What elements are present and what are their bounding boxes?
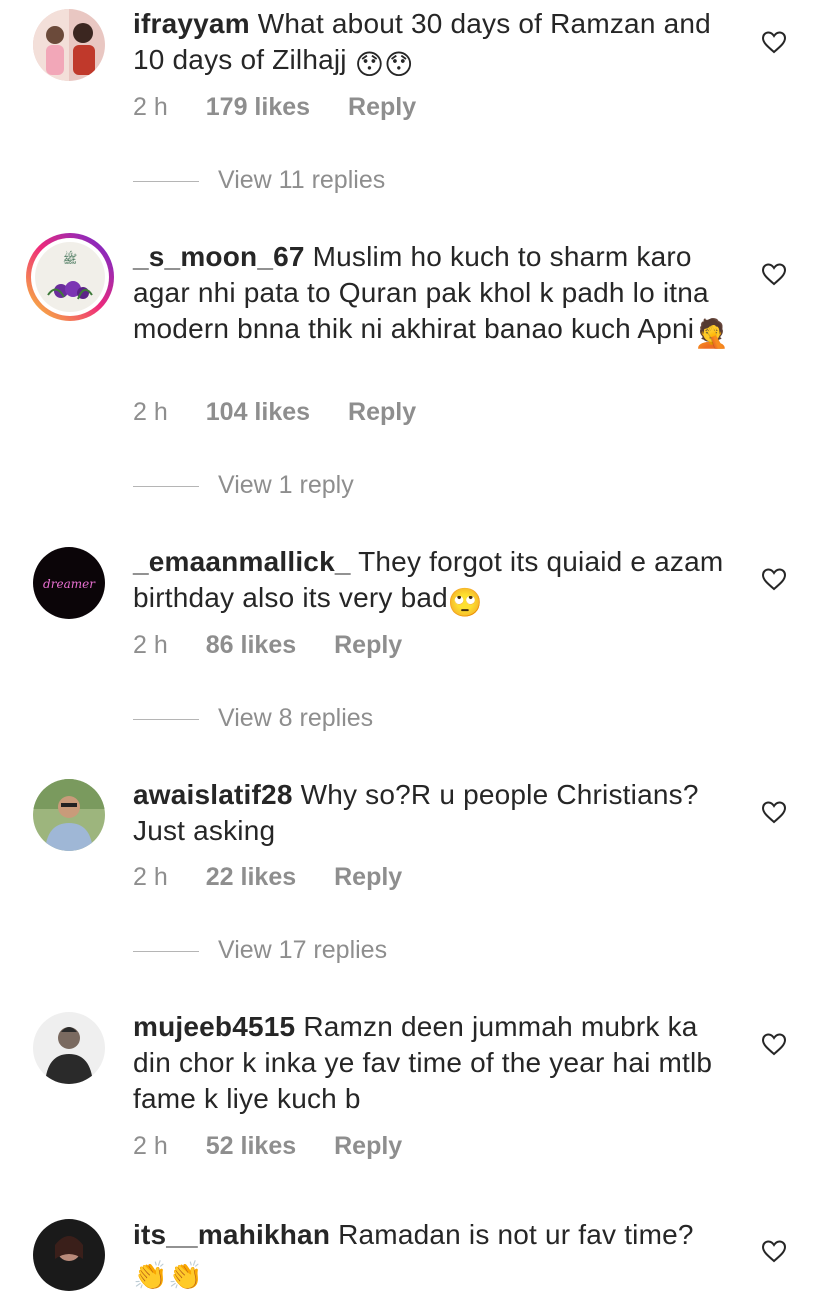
comment-username[interactable]: ifrayyam xyxy=(133,8,250,39)
like-heart-icon[interactable] xyxy=(761,1239,787,1263)
avatar-neon-text: dreamer xyxy=(43,577,96,591)
reply-button[interactable]: Reply xyxy=(348,398,416,426)
comment-time: 2 h xyxy=(133,93,168,121)
view-replies-label: View 11 replies xyxy=(218,166,386,194)
view-replies-label: View 1 reply xyxy=(218,471,354,499)
comment-meta: 2 h 179 likes Reply xyxy=(133,93,454,122)
user-avatar[interactable] xyxy=(33,1219,105,1291)
svg-text:ﷺ: ﷺ xyxy=(63,250,78,266)
hushed-face-emoji: 😯😯 xyxy=(354,49,414,80)
view-replies-button[interactable]: View 17 replies xyxy=(133,936,387,965)
comment-text: ifrayyam What about 30 days of Ramzan an… xyxy=(133,6,743,83)
view-replies-button[interactable]: View 1 reply xyxy=(133,471,354,500)
divider-line xyxy=(133,950,199,952)
reply-button[interactable]: Reply xyxy=(334,863,402,891)
comment-time: 2 h xyxy=(133,863,168,891)
view-replies-label: View 17 replies xyxy=(218,936,388,964)
comment-username[interactable]: _emaanmallick_ xyxy=(133,546,351,577)
like-heart-icon[interactable] xyxy=(761,1032,787,1056)
comment-time: 2 h xyxy=(133,1132,168,1160)
like-heart-icon[interactable] xyxy=(761,30,787,54)
comment-likes[interactable]: 179 likes xyxy=(206,93,310,121)
user-avatar[interactable] xyxy=(33,9,105,81)
comment-meta: 2 h 52 likes Reply xyxy=(133,1132,440,1161)
view-replies-button[interactable]: View 11 replies xyxy=(133,166,385,195)
like-heart-icon[interactable] xyxy=(761,567,787,591)
clapping-hands-emoji: 👏👏 xyxy=(133,1260,204,1291)
view-replies-button[interactable]: View 8 replies xyxy=(133,704,373,733)
divider-line xyxy=(133,485,199,487)
user-avatar[interactable]: dreamer xyxy=(33,547,105,619)
comment-meta: 2 h 104 likes Reply xyxy=(133,398,454,427)
comment-likes[interactable]: 104 likes xyxy=(206,398,310,426)
divider-line xyxy=(133,180,199,182)
comment-meta: 2 h 86 likes Reply xyxy=(133,631,440,660)
comment-time: 2 h xyxy=(133,398,168,426)
comment-username[interactable]: its__mahikhan xyxy=(133,1219,330,1250)
comment-text: its__mahikhan Ramadan is not ur fav time… xyxy=(133,1217,743,1294)
comment-time: 2 h xyxy=(133,631,168,659)
comment-text: _s_moon_67 Muslim ho kuch to sharm karo … xyxy=(133,239,743,352)
view-replies-label: View 8 replies xyxy=(218,704,374,732)
comment-body: Ramadan is not ur fav time? xyxy=(338,1219,694,1250)
comment-likes[interactable]: 52 likes xyxy=(206,1132,296,1160)
user-avatar[interactable] xyxy=(33,779,105,851)
reply-button[interactable]: Reply xyxy=(348,93,416,121)
comment-likes[interactable]: 22 likes xyxy=(206,863,296,891)
reply-button[interactable]: Reply xyxy=(334,1132,402,1160)
user-avatar[interactable]: ﷺ xyxy=(26,233,114,321)
comment-text: mujeeb4515 Ramzn deen jummah mubrk ka di… xyxy=(133,1009,743,1117)
like-heart-icon[interactable] xyxy=(761,800,787,824)
comment-username[interactable]: awaislatif28 xyxy=(133,779,293,810)
facepalm-emoji: 🤦 xyxy=(694,318,730,349)
reply-button[interactable]: Reply xyxy=(334,631,402,659)
divider-line xyxy=(133,718,199,720)
comment-username[interactable]: _s_moon_67 xyxy=(133,241,305,272)
comment-text: awaislatif28 Why so?R u people Christian… xyxy=(133,777,743,849)
comment-username[interactable]: mujeeb4515 xyxy=(133,1011,295,1042)
comment-likes[interactable]: 86 likes xyxy=(206,631,296,659)
comment-meta: 2 h 22 likes Reply xyxy=(133,863,440,892)
comment-text: _emaanmallick_ They forgot its quiaid e … xyxy=(133,544,743,621)
eye-roll-emoji: 🙄 xyxy=(447,587,483,618)
user-avatar[interactable] xyxy=(33,1012,105,1084)
like-heart-icon[interactable] xyxy=(761,262,787,286)
